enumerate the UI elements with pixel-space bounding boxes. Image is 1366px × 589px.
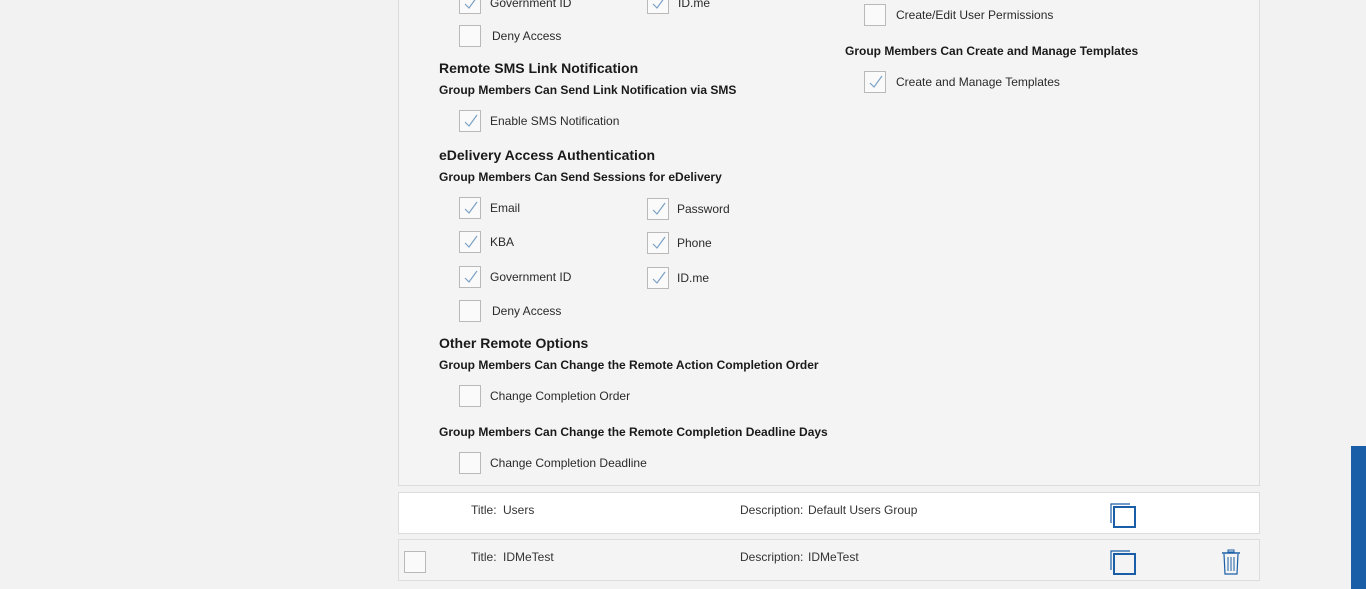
heading-edelivery: eDelivery Access Authentication bbox=[439, 147, 656, 163]
checkbox-government-id[interactable] bbox=[459, 266, 481, 288]
checkbox-government-id-top[interactable] bbox=[459, 0, 481, 14]
label-change-completion-order: Change Completion Order bbox=[490, 389, 631, 403]
check-icon bbox=[652, 202, 666, 215]
check-icon bbox=[869, 75, 883, 88]
group-description-label: Description: bbox=[740, 503, 804, 517]
group-row-idmetest[interactable]: Title: IDMeTest Description: IDMeTest bbox=[398, 539, 1260, 581]
label-phone: Phone bbox=[677, 236, 712, 250]
checkbox-kba[interactable] bbox=[459, 231, 481, 253]
label-idme-top: ID.me bbox=[678, 0, 711, 10]
copy-icon[interactable] bbox=[1110, 503, 1138, 529]
check-icon bbox=[464, 270, 478, 283]
subheading-remote-sms: Group Members Can Send Link Notification… bbox=[439, 83, 737, 97]
label-password: Password bbox=[677, 202, 730, 216]
checkbox-change-completion-order[interactable] bbox=[459, 385, 481, 407]
checkbox-idme[interactable] bbox=[647, 267, 669, 289]
label-deny-access: Deny Access bbox=[492, 304, 562, 318]
check-icon bbox=[464, 201, 478, 214]
trash-icon[interactable] bbox=[1221, 549, 1241, 575]
checkbox-phone[interactable] bbox=[647, 232, 669, 254]
heading-other-remote: Other Remote Options bbox=[439, 335, 589, 351]
label-create-manage-templates: Create and Manage Templates bbox=[896, 75, 1060, 89]
heading-remote-sms: Remote SMS Link Notification bbox=[439, 60, 639, 76]
check-icon bbox=[652, 0, 664, 9]
subheading-templates: Group Members Can Create and Manage Temp… bbox=[845, 44, 1139, 58]
label-kba: KBA bbox=[490, 235, 515, 249]
subheading-completion-order: Group Members Can Change the Remote Acti… bbox=[439, 358, 819, 372]
label-idme: ID.me bbox=[677, 271, 710, 285]
check-icon bbox=[464, 235, 478, 248]
group-title: IDMeTest bbox=[503, 550, 554, 564]
copy-icon[interactable] bbox=[1110, 550, 1138, 576]
subheading-deadline: Group Members Can Change the Remote Comp… bbox=[439, 425, 828, 439]
check-icon bbox=[464, 0, 476, 9]
checkbox-create-manage-templates[interactable] bbox=[864, 71, 886, 93]
scrollbar-thumb[interactable] bbox=[1351, 446, 1366, 589]
label-change-completion-deadline: Change Completion Deadline bbox=[490, 456, 647, 470]
checkbox-enable-sms[interactable] bbox=[459, 110, 481, 132]
group-row-users[interactable]: Title: Users Description: Default Users … bbox=[398, 492, 1260, 534]
check-icon bbox=[652, 271, 666, 284]
group-description: Default Users Group bbox=[808, 503, 918, 517]
group-title-label: Title: bbox=[471, 503, 497, 517]
group-title-label: Title: bbox=[471, 550, 497, 564]
label-government-id-top: Government ID bbox=[490, 0, 572, 10]
check-icon bbox=[652, 236, 666, 249]
label-deny-access-top: Deny Access bbox=[492, 29, 562, 43]
checkbox-email[interactable] bbox=[459, 197, 481, 219]
label-create-edit-user-permissions: Create/Edit User Permissions bbox=[896, 8, 1054, 22]
group-description: IDMeTest bbox=[808, 550, 859, 564]
label-email: Email bbox=[490, 201, 521, 215]
checkbox-idme-top[interactable] bbox=[647, 0, 669, 14]
label-enable-sms: Enable SMS Notification bbox=[490, 114, 620, 128]
checkbox-create-edit-user-permissions[interactable] bbox=[864, 4, 886, 26]
label-government-id: Government ID bbox=[490, 270, 572, 284]
check-icon bbox=[464, 114, 478, 127]
group-description-label: Description: bbox=[740, 550, 804, 564]
checkbox-change-completion-deadline[interactable] bbox=[459, 452, 481, 474]
group-title: Users bbox=[503, 503, 535, 517]
subheading-edelivery: Group Members Can Send Sessions for eDel… bbox=[439, 170, 722, 184]
checkbox-password[interactable] bbox=[647, 198, 669, 220]
checkbox-select-group[interactable] bbox=[404, 551, 426, 573]
checkbox-deny-access[interactable] bbox=[459, 300, 481, 322]
checkbox-deny-access-top[interactable] bbox=[459, 25, 481, 47]
